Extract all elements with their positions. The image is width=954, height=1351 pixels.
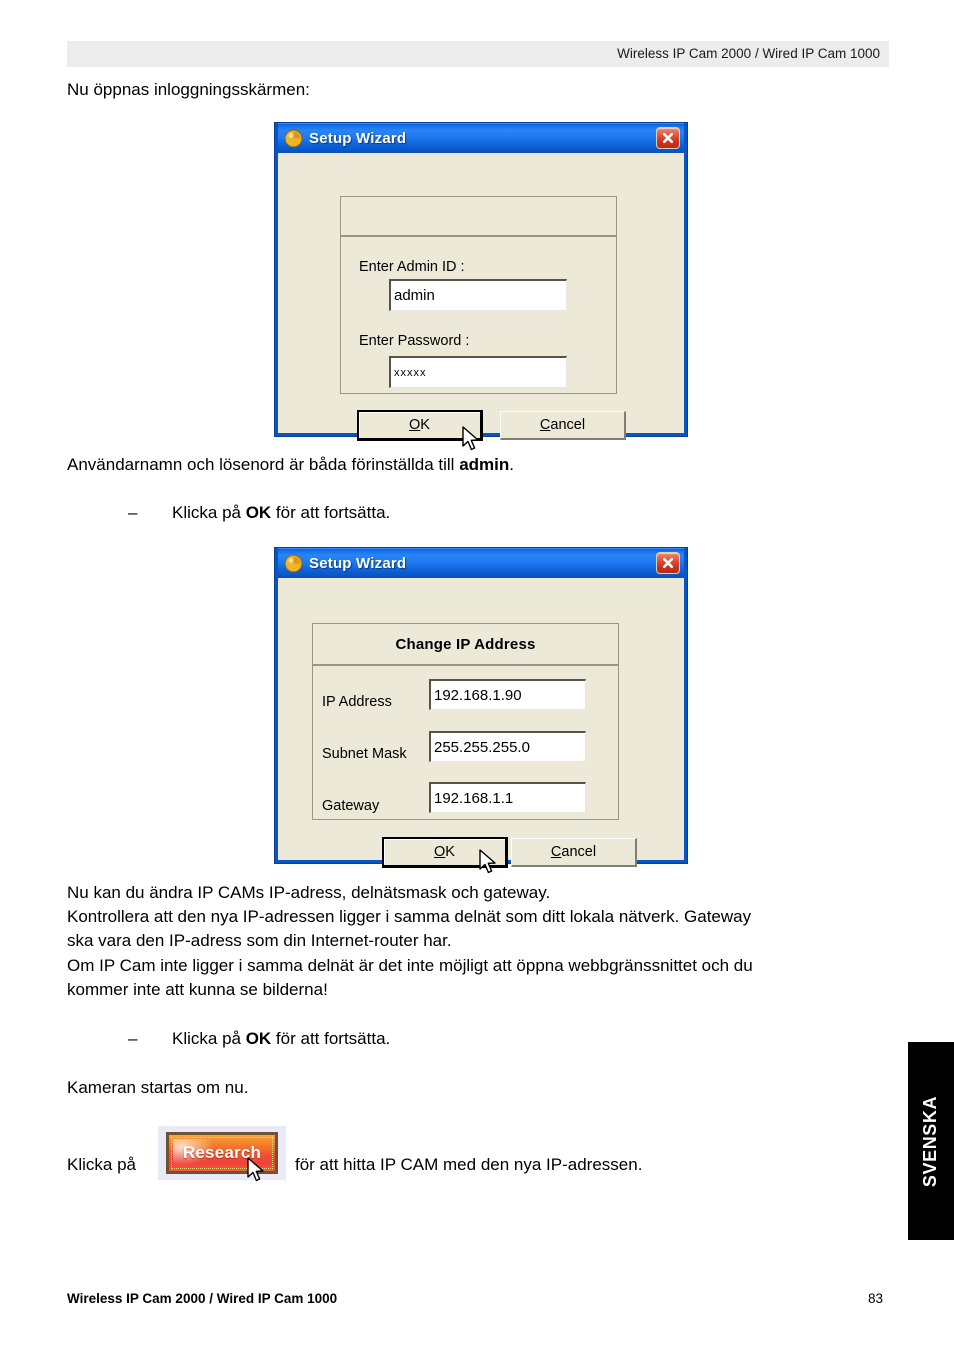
subnet-mask-input[interactable]: 255.255.255.0 [429, 731, 586, 762]
login-cancel-label: Cancel [540, 417, 585, 433]
login-cancel-button[interactable]: Cancel [500, 411, 626, 440]
research-step-suffix: för att hitta IP CAM med den nya IP-adre… [295, 1155, 643, 1174]
admin-id-label: Enter Admin ID : [359, 259, 465, 275]
login-dialog-titlebar[interactable]: Setup Wizard [278, 123, 684, 153]
preset-bold: admin [459, 455, 510, 474]
login-ok-button[interactable]: OK [357, 410, 483, 441]
page-running-header: Wireless IP Cam 2000 / Wired IP Cam 1000 [67, 41, 889, 67]
camera-restart-paragraph: Kameran startas om nu. [67, 1078, 249, 1097]
bullet-suffix-1: för att fortsätta. [271, 503, 391, 522]
language-side-tab: SVENSKA [908, 1042, 954, 1240]
explanation-line-2: Kontrollera att den nya IP-adressen ligg… [67, 907, 752, 926]
explanation-line-5: kommer inte att kunna se bilderna! [67, 980, 328, 999]
subnet-mask-label: Subnet Mask [322, 746, 407, 762]
setup-wizard-icon [284, 129, 303, 148]
login-header-panel [340, 196, 617, 236]
cancel-rest: ancel [561, 844, 597, 860]
research-button-label: Research [182, 1143, 262, 1162]
bullet-bold-2: OK [245, 1029, 272, 1048]
bullet-text-1: Klicka på OK för att fortsätta. [172, 500, 390, 525]
footer-title: Wireless IP Cam 2000 / Wired IP Cam 1000 [67, 1291, 338, 1306]
intro-paragraph: Nu öppnas inloggningsskärmen: [67, 80, 310, 99]
bullet-suffix-2: för att fortsätta. [271, 1029, 391, 1048]
research-button-figure: Research [158, 1126, 286, 1182]
cancel-accel: C [539, 417, 551, 433]
explanation-line-3: ska vara den IP-adress som din Internet-… [67, 931, 452, 950]
click-ok-bullet-2: – Klicka på OK för att fortsätta. [128, 1026, 390, 1051]
ok-accel: O [409, 417, 421, 433]
ip-dialog-titlebar[interactable]: Setup Wizard [278, 548, 684, 578]
bullet-prefix-1: Klicka på [172, 503, 246, 522]
research-button[interactable]: Research [166, 1132, 278, 1174]
explanation-line-4: Om IP Cam inte ligger i samma delnät är … [67, 956, 753, 975]
ok-accel: O [434, 844, 446, 860]
ip-ok-label: OK [434, 844, 455, 860]
ok-rest: K [445, 844, 455, 860]
gateway-label: Gateway [322, 798, 380, 814]
manual-page: Wireless IP Cam 2000 / Wired IP Cam 1000… [0, 0, 954, 1351]
ip-ok-button[interactable]: OK [382, 837, 508, 868]
preset-suffix: . [509, 455, 514, 474]
cancel-accel: C [550, 844, 562, 860]
research-step-prefix: Klicka på [67, 1155, 136, 1174]
ip-address-label: IP Address [322, 694, 392, 710]
bullet-text-2: Klicka på OK för att fortsätta. [172, 1026, 390, 1051]
bullet-bold-1: OK [245, 503, 272, 522]
ip-dialog-title: Setup Wizard [309, 555, 407, 572]
explanation-line-1: Nu kan du ändra IP CAMs IP-adress, delnä… [67, 883, 551, 902]
setup-wizard-ip-dialog: Setup Wizard Change IP Address IP Addres… [275, 548, 687, 874]
cancel-rest: ancel [550, 417, 586, 433]
password-label: Enter Password : [359, 333, 470, 349]
bullet-prefix-2: Klicka på [172, 1029, 246, 1048]
page-number: 83 [868, 1291, 884, 1306]
bullet-dash-1: – [128, 503, 138, 522]
close-icon[interactable] [656, 127, 680, 149]
change-ip-header-text: Change IP Address [395, 635, 536, 653]
close-icon[interactable] [656, 552, 680, 574]
ip-dialog-body: Change IP Address IP Address 192.168.1.9… [278, 578, 684, 890]
login-ok-label: OK [409, 417, 430, 433]
running-head-text: Wireless IP Cam 2000 / Wired IP Cam 1000 [617, 46, 880, 61]
gateway-input[interactable]: 192.168.1.1 [429, 782, 586, 813]
change-ip-header-panel: Change IP Address [312, 623, 619, 665]
preset-prefix: Användarnamn och lösenord är båda förins… [67, 455, 460, 474]
admin-id-input[interactable]: admin [389, 279, 567, 311]
ok-rest: K [420, 417, 430, 433]
ip-address-input[interactable]: 192.168.1.90 [429, 679, 586, 710]
click-ok-bullet-1: – Klicka på OK för att fortsätta. [128, 500, 390, 525]
preset-credentials-paragraph: Användarnamn och lösenord är båda förins… [67, 452, 514, 477]
login-dialog-body: Enter Admin ID : admin Enter Password : … [278, 153, 684, 463]
language-side-tab-label: SVENSKA [920, 1095, 941, 1187]
login-dialog-title: Setup Wizard [309, 130, 407, 147]
setup-wizard-login-dialog: Setup Wizard Enter Admin ID : admin Ente… [275, 123, 687, 451]
ip-cancel-button[interactable]: Cancel [511, 838, 637, 867]
password-input[interactable]: xxxxx [389, 356, 567, 388]
setup-wizard-icon [284, 554, 303, 573]
ip-cancel-label: Cancel [551, 844, 596, 860]
bullet-dash-2: – [128, 1029, 138, 1048]
